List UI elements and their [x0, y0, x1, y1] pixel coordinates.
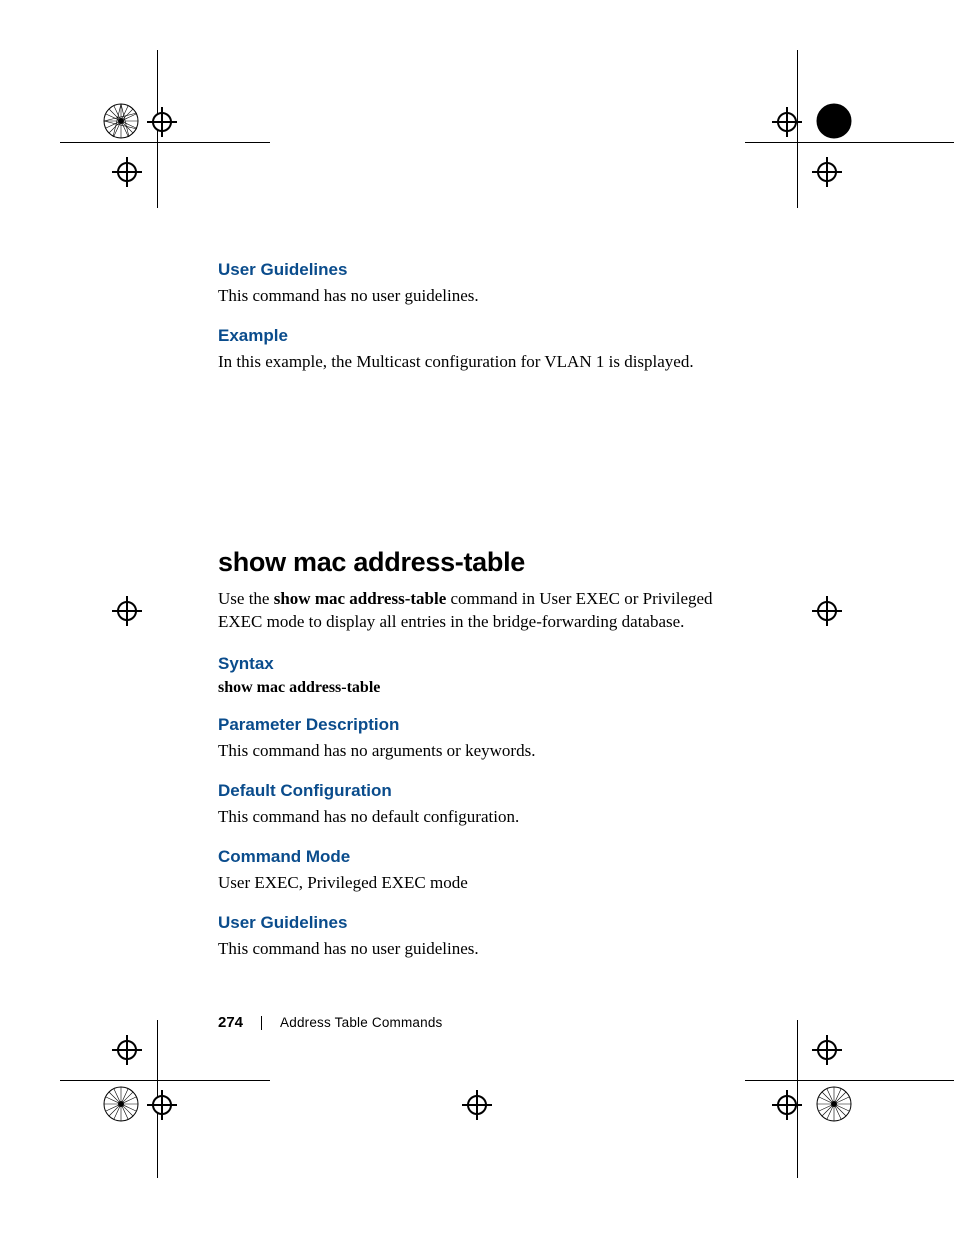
section-heading: Default Configuration: [218, 781, 748, 801]
syntax-section: Syntax show mac address-table: [218, 654, 748, 697]
body-text: This command has no arguments or keyword…: [218, 740, 748, 763]
section-heading: User Guidelines: [218, 260, 748, 280]
command-mode-section: Command Mode User EXEC, Privileged EXEC …: [218, 847, 748, 895]
crosshair-icon: [462, 1090, 492, 1120]
footer-divider: [261, 1016, 262, 1030]
section-heading: Example: [218, 326, 748, 346]
crosshair-icon: [147, 107, 177, 137]
body-text: This command has no user guidelines.: [218, 938, 748, 961]
crosshair-icon: [112, 1035, 142, 1065]
crosshair-icon: [812, 596, 842, 626]
crosshair-icon: [772, 1090, 802, 1120]
intro-text: Use the: [218, 589, 274, 608]
intro-bold: show mac address-table: [274, 589, 447, 608]
crosshair-icon: [112, 596, 142, 626]
page-content: User Guidelines This command has no user…: [218, 260, 748, 979]
registration-wheel-icon: [815, 1085, 853, 1123]
section-heading: Command Mode: [218, 847, 748, 867]
user-guidelines-section: User Guidelines This command has no user…: [218, 260, 748, 308]
registration-wheel-icon: [102, 102, 140, 140]
chapter-title: Address Table Commands: [280, 1015, 442, 1030]
user-guidelines-section: User Guidelines This command has no user…: [218, 913, 748, 961]
crosshair-icon: [112, 157, 142, 187]
section-heading: Parameter Description: [218, 715, 748, 735]
body-text: This command has no default configuratio…: [218, 806, 748, 829]
crosshair-icon: [772, 107, 802, 137]
example-section: Example In this example, the Multicast c…: [218, 326, 748, 374]
command-intro: Use the show mac address-table command i…: [218, 588, 748, 634]
body-text: This command has no user guidelines.: [218, 285, 748, 308]
body-text: User EXEC, Privileged EXEC mode: [218, 872, 748, 895]
parameter-description-section: Parameter Description This command has n…: [218, 715, 748, 763]
crosshair-icon: [147, 1090, 177, 1120]
body-text: In this example, the Multicast configura…: [218, 351, 748, 374]
page-footer: 274 Address Table Commands: [218, 1014, 443, 1031]
page-number: 274: [218, 1014, 243, 1031]
syntax-line: show mac address-table: [218, 679, 748, 697]
crosshair-icon: [812, 1035, 842, 1065]
registration-wheel-icon: [815, 102, 853, 140]
command-title: show mac address-table: [218, 547, 748, 578]
crosshair-icon: [812, 157, 842, 187]
registration-wheel-icon: [102, 1085, 140, 1123]
section-heading: Syntax: [218, 654, 748, 674]
default-configuration-section: Default Configuration This command has n…: [218, 781, 748, 829]
section-heading: User Guidelines: [218, 913, 748, 933]
